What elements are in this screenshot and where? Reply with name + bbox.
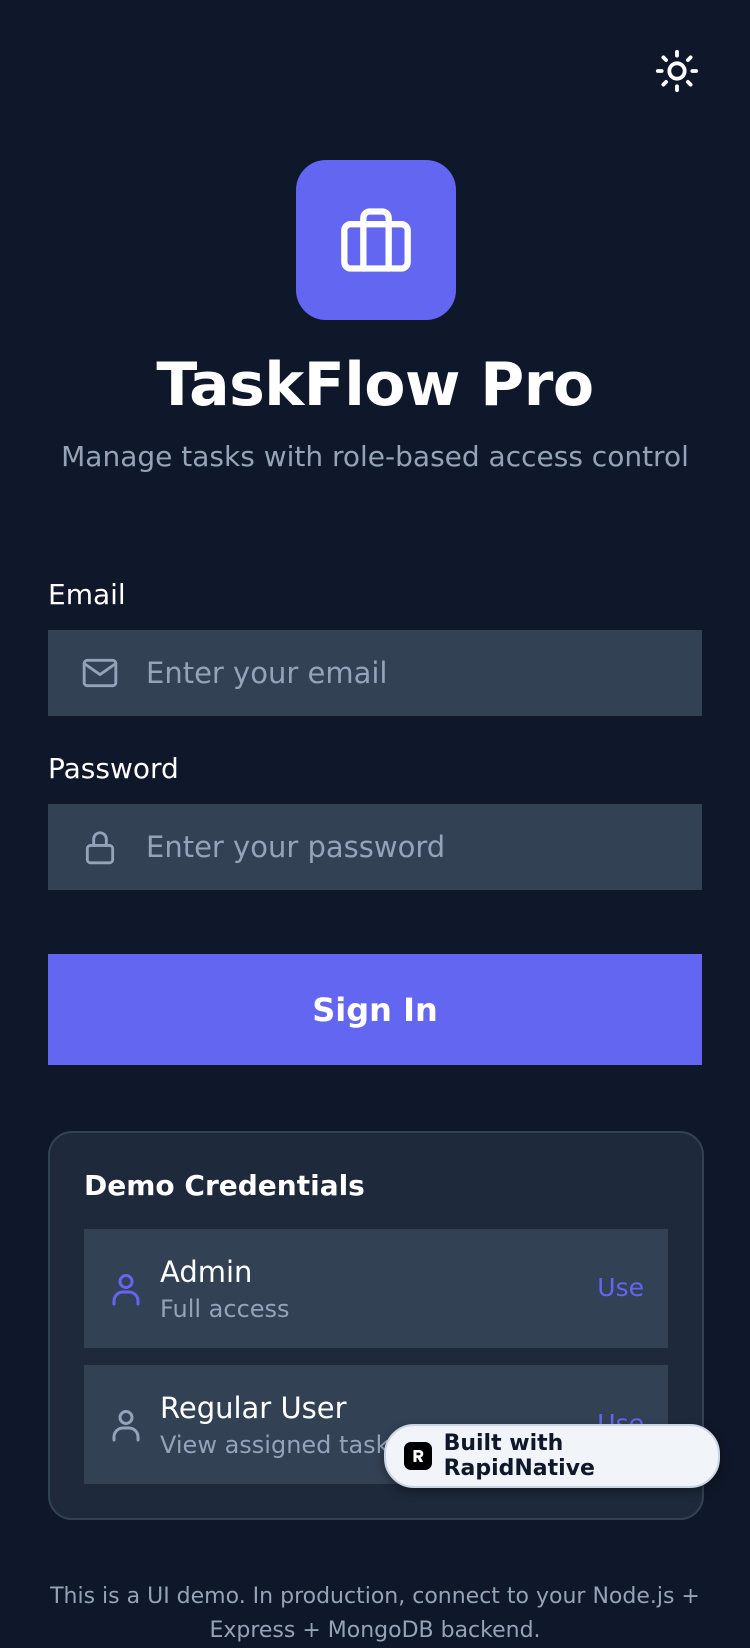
email-input[interactable] [146, 630, 702, 716]
app-logo [296, 160, 456, 320]
demo-credentials-title: Demo Credentials [84, 1169, 365, 1202]
use-admin-button[interactable]: Use [597, 1273, 644, 1302]
credential-description: View assigned tasks [160, 1431, 403, 1459]
app-subtitle: Manage tasks with role-based access cont… [61, 440, 689, 473]
app-title: TaskFlow Pro [156, 350, 594, 420]
credential-name: Regular User [160, 1391, 347, 1425]
credential-description: Full access [160, 1295, 290, 1323]
built-with-badge[interactable]: Built with RapidNative [384, 1424, 720, 1488]
briefcase-icon [341, 208, 411, 272]
email-field[interactable] [48, 630, 702, 716]
sign-in-button[interactable]: Sign In [48, 954, 702, 1065]
rapidnative-logo-icon [404, 1442, 432, 1470]
theme-toggle-button[interactable] [652, 46, 702, 96]
email-label: Email [48, 578, 126, 611]
password-input[interactable] [146, 804, 702, 890]
built-with-label: Built with RapidNative [443, 1431, 595, 1481]
footer-note: This is a UI demo. In production, connec… [50, 1584, 700, 1643]
user-icon [112, 1410, 140, 1442]
credential-row-admin[interactable]: Admin Full access Use [84, 1229, 668, 1348]
password-label: Password [48, 752, 179, 785]
sun-icon [655, 49, 699, 93]
lock-icon [85, 831, 115, 865]
password-field[interactable] [48, 804, 702, 890]
mail-icon [82, 658, 118, 688]
user-icon [112, 1274, 140, 1306]
credential-name: Admin [160, 1255, 253, 1289]
